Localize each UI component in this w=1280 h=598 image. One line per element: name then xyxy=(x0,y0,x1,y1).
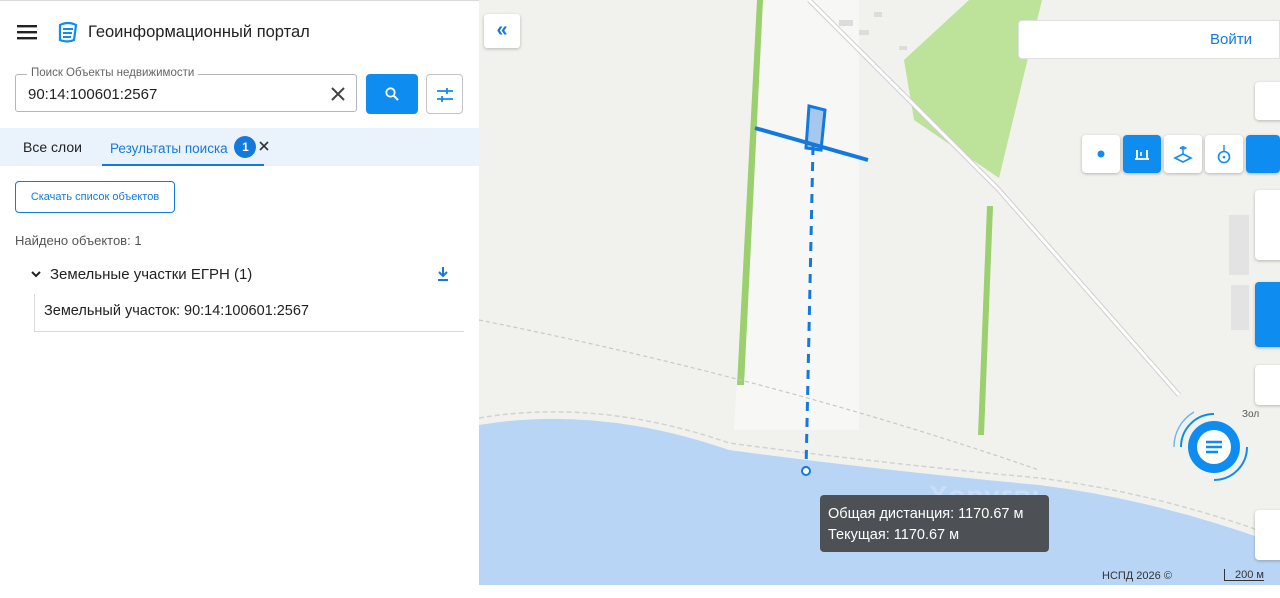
found-count-text: Найдено объектов: 1 xyxy=(15,233,142,248)
app-title: Геоинформационный портал xyxy=(88,23,310,41)
point-icon xyxy=(1097,150,1105,158)
ruler-line-icon xyxy=(1135,150,1149,160)
page: Геоинформационный портал Поиск Объекты н… xyxy=(0,0,1280,598)
circle-tool-button[interactable] xyxy=(1205,135,1243,173)
tooltip-total-distance: Общая дистанция: 1170.67 м xyxy=(828,506,1024,522)
hamburger-icon[interactable] xyxy=(17,24,37,40)
search-legend: Поиск Объекты недвижимости xyxy=(27,67,199,79)
area-measure-icon xyxy=(1173,146,1193,163)
measure-endpoint xyxy=(801,466,811,476)
close-icon[interactable] xyxy=(329,85,347,103)
tab-all-layers[interactable]: Все слои xyxy=(23,139,82,155)
map-side-button[interactable] xyxy=(1255,282,1280,347)
result-group-label: Земельные участки ЕГРН (1) xyxy=(50,266,253,283)
results-count-badge: 1 xyxy=(234,136,257,158)
result-group-land-plots[interactable]: Земельные участки ЕГРН (1) xyxy=(30,264,460,286)
side-panel: Геоинформационный портал Поиск Объекты н… xyxy=(0,0,479,598)
measure-tooltip: Общая дистанция: 1170.67 м Текущая: 1170… xyxy=(820,495,1049,552)
login-label: Войти xyxy=(1210,31,1252,48)
search-button[interactable] xyxy=(366,74,418,114)
distance-tool-button[interactable] xyxy=(1123,135,1161,173)
result-item-label: Земельный участок: 90:14:100601:2567 xyxy=(44,303,309,319)
panel-header: Геоинформационный портал xyxy=(0,1,479,63)
chat-icon xyxy=(1173,411,1248,481)
login-button[interactable]: Войти xyxy=(1018,20,1280,59)
download-list-button[interactable]: Скачать список объектов xyxy=(15,181,175,213)
chat-button[interactable] xyxy=(1169,402,1259,492)
map-view[interactable]: « Войти Зол Общая дистанция: 1170.67 м Т… xyxy=(479,0,1280,585)
search-icon xyxy=(385,87,399,101)
circle-measure-icon xyxy=(1217,145,1231,164)
download-icon[interactable] xyxy=(435,265,451,283)
extra-tool-button[interactable] xyxy=(1246,135,1280,173)
list-item[interactable]: Земельный участок: 90:14:100601:2567 xyxy=(34,294,464,332)
filter-sliders-icon xyxy=(437,88,453,102)
close-icon[interactable] xyxy=(258,139,270,153)
point-tool-button[interactable] xyxy=(1082,135,1120,173)
search-input[interactable] xyxy=(28,84,328,104)
portal-logo-icon xyxy=(58,21,78,43)
tab-search-results[interactable]: Результаты поиска 1 xyxy=(102,128,265,166)
double-chevron-left-icon[interactable]: « xyxy=(484,14,520,48)
map-side-button[interactable] xyxy=(1255,510,1280,560)
map-side-button[interactable] xyxy=(1255,190,1280,260)
tab-search-results-label: Результаты поиска xyxy=(110,141,228,156)
scale-bar: 200 м xyxy=(1224,569,1264,581)
filter-button[interactable] xyxy=(426,74,463,114)
panel-tabs: Все слои Результаты поиска 1 xyxy=(0,128,479,166)
map-side-button[interactable] xyxy=(1255,82,1280,120)
map-side-button[interactable] xyxy=(1255,365,1280,405)
tooltip-current-distance: Текущая: 1170.67 м xyxy=(828,527,960,543)
map-attribution: НСПД 2026 © xyxy=(1102,570,1172,582)
area-tool-button[interactable] xyxy=(1164,135,1202,173)
chevron-down-icon[interactable] xyxy=(30,268,42,280)
search-field[interactable]: Поиск Объекты недвижимости xyxy=(15,67,357,112)
